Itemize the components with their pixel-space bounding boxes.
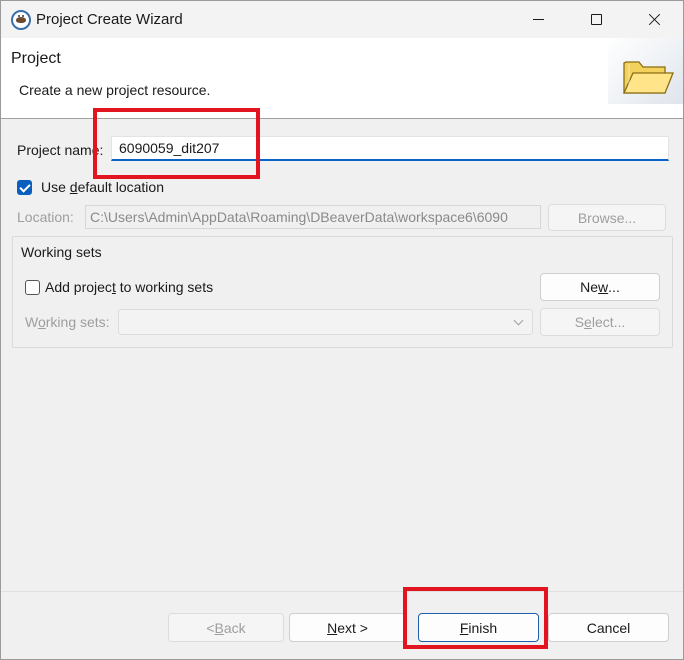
new-working-set-button[interactable]: Ne w...: [540, 273, 660, 301]
window-title: Project Create Wizard: [36, 11, 183, 28]
annotation-finish: [403, 587, 548, 649]
back-button: < Back: [168, 613, 284, 642]
wizard-banner: Project Create a new project resource.: [1, 38, 683, 119]
maximize-button[interactable]: [567, 1, 625, 38]
maximize-icon: [590, 14, 602, 25]
use-default-location-label[interactable]: Use default location: [41, 179, 164, 195]
location-label: Location:: [17, 209, 74, 225]
select-working-sets-button: Se lect...: [540, 308, 660, 336]
close-button[interactable]: [625, 1, 683, 38]
dbeaver-app-icon: [11, 10, 31, 30]
close-icon: [648, 13, 661, 26]
add-to-working-sets-label[interactable]: Add project to working sets: [45, 279, 213, 295]
working-sets-label: Working sets:: [25, 314, 110, 330]
add-to-working-sets-checkbox[interactable]: [25, 280, 40, 295]
minimize-button[interactable]: [509, 1, 567, 38]
page-title: Project: [11, 50, 61, 67]
footer-separator: [1, 591, 683, 592]
page-description: Create a new project resource.: [19, 82, 211, 98]
folder-icon: [622, 61, 674, 94]
chevron-down-icon: [513, 315, 524, 326]
working-sets-group-label: Working sets: [21, 244, 102, 260]
minimize-icon: [532, 19, 544, 20]
cancel-button[interactable]: Cancel: [548, 613, 669, 642]
location-input: C:\Users\Admin\AppData\Roaming\DBeaverDa…: [85, 205, 541, 229]
working-sets-combo: [118, 309, 533, 335]
next-button[interactable]: Next >: [289, 613, 406, 642]
title-bar: Project Create Wizard: [1, 1, 683, 38]
browse-button: Browse...: [548, 204, 666, 231]
annotation-project-name: [93, 108, 260, 179]
wizard-window: Project Create Wizard Project Create a n…: [0, 0, 684, 660]
project-name-label: Project name:: [17, 142, 104, 158]
use-default-location-checkbox[interactable]: [17, 180, 32, 195]
